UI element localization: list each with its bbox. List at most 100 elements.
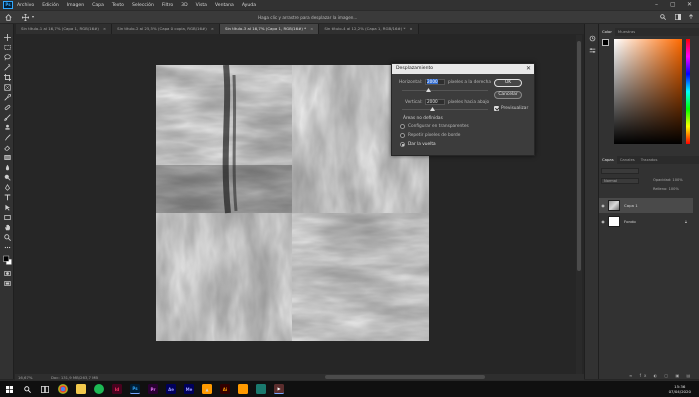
- home-icon[interactable]: [5, 14, 12, 23]
- horizontal-input[interactable]: 2000: [425, 79, 445, 85]
- menu-texto[interactable]: Texto: [108, 3, 128, 8]
- document-canvas-image[interactable]: [156, 65, 429, 341]
- tab-swatches[interactable]: Muestras: [615, 28, 638, 36]
- windows-start-icon[interactable]: [4, 384, 14, 394]
- system-clock[interactable]: 15:36 07/04/2020: [669, 384, 691, 394]
- horizontal-slider-handle-icon[interactable]: [426, 88, 431, 92]
- gradient-tool-icon[interactable]: [2, 153, 12, 161]
- foreground-swatch[interactable]: [602, 39, 609, 46]
- menu-edicion[interactable]: Edición: [38, 3, 63, 8]
- history-panel-icon[interactable]: [587, 34, 597, 42]
- menu-ayuda[interactable]: Ayuda: [238, 3, 260, 8]
- color-swatches-fg-bg[interactable]: [602, 39, 612, 49]
- layer-kind-filter[interactable]: [601, 168, 639, 174]
- brush-tool-icon[interactable]: [2, 113, 12, 121]
- dialog-close-icon[interactable]: ✕: [526, 64, 531, 74]
- preview-checkbox[interactable]: [494, 106, 499, 111]
- workspace-icon[interactable]: [675, 14, 681, 22]
- indesign-icon[interactable]: Id: [112, 384, 122, 394]
- tab-document-1[interactable]: Sin título-1 al 16,7% (Capa 1, RGB/16#) ×: [16, 24, 113, 34]
- vertical-input[interactable]: 2000: [425, 99, 445, 105]
- clone-stamp-tool-icon[interactable]: [2, 123, 12, 131]
- chrome-icon[interactable]: [58, 384, 68, 394]
- vertical-slider-handle-icon[interactable]: [430, 107, 435, 111]
- tab-document-4[interactable]: Sin título-4 al 12,2% (Capa 1, RGB/16#) …: [319, 24, 419, 34]
- type-tool-icon[interactable]: [2, 193, 12, 201]
- quick-mask-icon[interactable]: [2, 269, 12, 277]
- camtasia-icon[interactable]: [256, 384, 266, 394]
- crop-tool-icon[interactable]: [2, 73, 12, 81]
- close-window-button[interactable]: ✕: [687, 1, 692, 8]
- search-icon[interactable]: [660, 14, 666, 22]
- frame-tool-icon[interactable]: [2, 83, 12, 91]
- menu-imagen[interactable]: Imagen: [63, 3, 88, 8]
- tab-document-2[interactable]: Sin título-2 al 25,5% (Capa 0 copia, RGB…: [112, 24, 220, 34]
- option-wrap-around-label[interactable]: Dar la vuelta: [408, 142, 436, 147]
- hand-tool-icon[interactable]: [2, 223, 12, 231]
- tab-close-icon[interactable]: ×: [409, 26, 412, 31]
- taskbar-search-icon[interactable]: [22, 384, 32, 394]
- opacity-control[interactable]: Opacidad: 100%: [651, 178, 695, 184]
- visibility-eye-icon[interactable]: ◉: [599, 219, 607, 224]
- color-picker-field[interactable]: [614, 39, 682, 144]
- tab-layers[interactable]: Capas: [599, 156, 617, 164]
- horizontal-slider[interactable]: [402, 90, 488, 91]
- maximize-button[interactable]: ▢: [670, 1, 676, 8]
- ok-button[interactable]: OK: [494, 79, 522, 87]
- spotify-icon[interactable]: [94, 384, 104, 394]
- tab-close-icon[interactable]: ×: [211, 26, 214, 31]
- blend-mode-select[interactable]: Normal: [601, 178, 639, 184]
- radio-repeat-edge[interactable]: [400, 133, 405, 138]
- layer-row[interactable]: ◉ Fondo 🔒︎: [599, 214, 693, 229]
- photoshop-taskbar-icon[interactable]: Ps: [130, 384, 140, 394]
- option-repeat-edge-label[interactable]: Repetir píxeles de borde: [408, 133, 460, 138]
- screen-mode-icon[interactable]: [2, 279, 12, 287]
- pen-tool-icon[interactable]: [2, 183, 12, 191]
- share-icon[interactable]: [688, 14, 694, 22]
- radio-wrap-around[interactable]: [400, 142, 405, 147]
- menu-ventana[interactable]: Ventana: [211, 3, 238, 8]
- task-view-icon[interactable]: [40, 384, 50, 394]
- vertical-slider[interactable]: [402, 109, 488, 110]
- tab-document-3[interactable]: Sin título-3 al 16,7% (Capa 1, RGB/16#) …: [220, 24, 320, 34]
- lasso-tool-icon[interactable]: [2, 53, 12, 61]
- visibility-eye-icon[interactable]: ◉: [599, 203, 607, 208]
- minimize-button[interactable]: –: [655, 1, 658, 8]
- option-transparent-label[interactable]: Configurar en transparentes: [408, 124, 469, 129]
- fill-control[interactable]: Relleno: 100%: [651, 187, 695, 193]
- history-brush-tool-icon[interactable]: [2, 133, 12, 141]
- eyedropper-tool-icon[interactable]: [2, 93, 12, 101]
- dodge-tool-icon[interactable]: [2, 173, 12, 181]
- tab-color[interactable]: Color: [599, 28, 615, 36]
- menu-3d[interactable]: 3D: [177, 3, 191, 8]
- menu-filtro[interactable]: Filtro: [158, 3, 177, 8]
- menu-archivo[interactable]: Archivo: [13, 3, 38, 8]
- more-tools-icon[interactable]: [2, 243, 12, 251]
- tab-close-icon[interactable]: ×: [103, 26, 106, 31]
- tab-paths[interactable]: Trazados: [638, 156, 661, 164]
- blur-tool-icon[interactable]: [2, 163, 12, 171]
- illustrator-icon[interactable]: Ai: [220, 384, 230, 394]
- preview-label[interactable]: Previsualizar: [501, 106, 528, 111]
- hue-slider[interactable]: [686, 39, 690, 144]
- file-explorer-icon[interactable]: [76, 384, 86, 394]
- menu-vista[interactable]: Vista: [192, 3, 211, 8]
- layer-name[interactable]: Fondo: [624, 219, 636, 224]
- cancel-button[interactable]: Cancelar: [494, 91, 522, 99]
- horizontal-scrollbar[interactable]: [325, 375, 485, 379]
- dialog-titlebar[interactable]: Desplazamiento ✕: [392, 64, 534, 74]
- marquee-tool-icon[interactable]: [2, 43, 12, 51]
- tab-channels[interactable]: Canales: [617, 156, 638, 164]
- after-effects-icon[interactable]: Ae: [166, 384, 176, 394]
- healing-brush-tool-icon[interactable]: [2, 103, 12, 111]
- radio-transparent[interactable]: [400, 124, 405, 129]
- vertical-scrollbar[interactable]: [576, 35, 582, 374]
- zoom-tool-icon[interactable]: [2, 233, 12, 241]
- media-encoder-icon[interactable]: Me: [184, 384, 194, 394]
- scrollbar-thumb[interactable]: [577, 41, 581, 271]
- move-icon[interactable]: [21, 13, 30, 23]
- path-selection-tool-icon[interactable]: [2, 203, 12, 211]
- video-app-icon[interactable]: ▶: [274, 384, 284, 394]
- layer-name[interactable]: Capa 1: [624, 203, 638, 208]
- properties-panel-icon[interactable]: [587, 46, 597, 54]
